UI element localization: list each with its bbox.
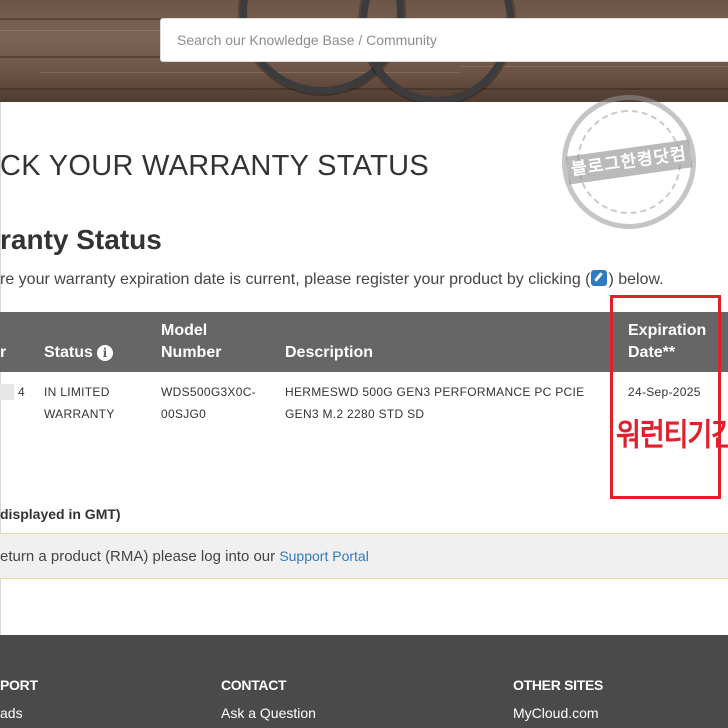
status-value: IN LIMITED WARRANTY [44, 381, 115, 425]
section-title: ranty Status [0, 224, 162, 255]
search-input[interactable] [160, 18, 728, 62]
blog-watermark-stamp: 블로그한켱닷컴 [553, 86, 705, 238]
serial-suffix: 4 [18, 385, 25, 399]
page-title: CK YOUR WARRANTY STATUS [0, 150, 430, 182]
edit-icon[interactable] [591, 270, 608, 286]
footer-link-mycloud[interactable]: MyCloud.com [513, 705, 599, 721]
support-portal-link[interactable]: Support Portal [279, 548, 369, 564]
instruction-text-end: ) below. [608, 271, 664, 288]
gmt-note: displayed in GMT) [0, 506, 121, 522]
annotation-warranty-period: 워런티기간 [616, 418, 728, 453]
header-model: Model Number [161, 320, 221, 364]
footer: PORT ads CONTACT Ask a Question OTHER SI… [0, 635, 728, 728]
hero-banner [0, 0, 728, 102]
register-instruction: re your warranty expiration date is curr… [0, 270, 664, 289]
header-status-label: Status [44, 344, 93, 361]
header-model-line2: Number [161, 344, 222, 361]
status-line1: IN LIMITED [44, 385, 110, 399]
description-line1: HERMESWD 500G GEN3 PERFORMANCE PC PCIE [285, 385, 585, 399]
instruction-text: re your warranty expiration date is curr… [0, 271, 591, 288]
footer-heading-other-sites: OTHER SITES [513, 677, 604, 693]
model-line1: WDS500G3X0C- [161, 385, 256, 399]
footer-link-downloads[interactable]: ads [0, 705, 23, 721]
description-line2: GEN3 M.2 2280 STD SD [285, 407, 425, 421]
header-model-line1: Model [161, 322, 208, 339]
rma-text: eturn a product (RMA) please log into ou… [0, 548, 369, 565]
footer-heading-support: PORT [0, 677, 38, 693]
wood-seam [0, 88, 728, 90]
footer-link-ask-question[interactable]: Ask a Question [221, 705, 316, 721]
description-value: HERMESWD 500G GEN3 PERFORMANCE PC PCIE G… [285, 381, 584, 425]
info-icon[interactable]: i [96, 345, 113, 361]
header-status: Status i [44, 342, 113, 364]
rma-notice: eturn a product (RMA) please log into ou… [0, 533, 728, 579]
header-description: Description [285, 344, 374, 361]
annotation-highlight-box [610, 295, 721, 499]
header-serial: r [0, 344, 7, 361]
rma-text-label: eturn a product (RMA) please log into ou… [0, 548, 280, 565]
footer-heading-contact: CONTACT [221, 677, 287, 693]
model-value: WDS500G3X0C- 00SJG0 [161, 381, 256, 425]
model-line2: 00SJG0 [161, 407, 207, 421]
status-line2: WARRANTY [44, 407, 115, 421]
